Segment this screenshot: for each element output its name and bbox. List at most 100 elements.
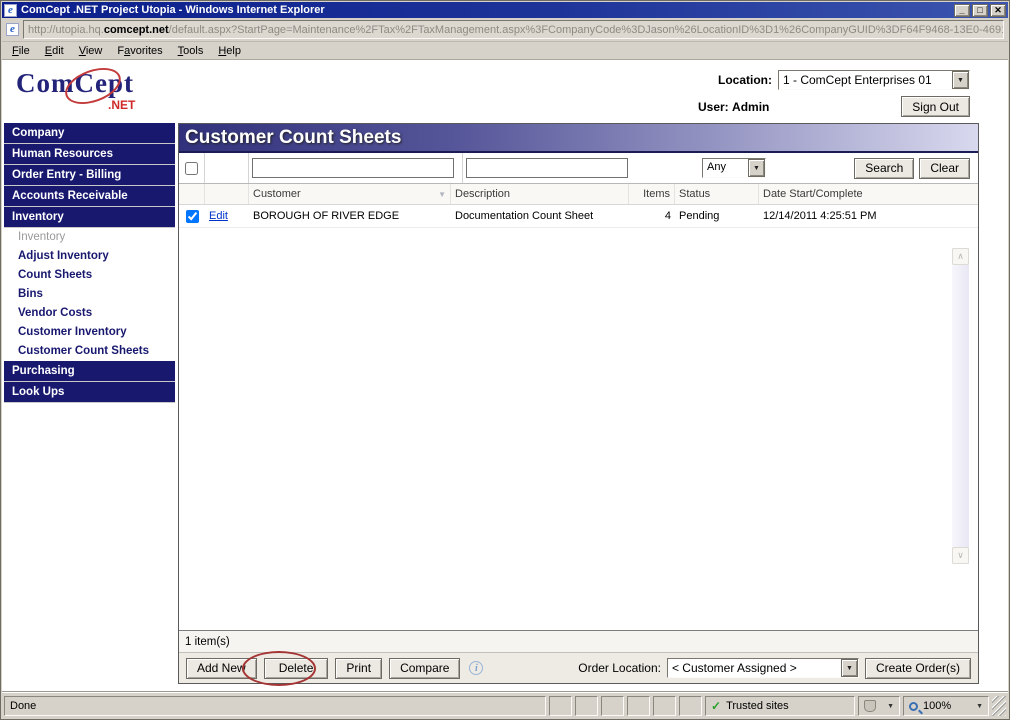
grid-body: ∧ ∨ bbox=[179, 228, 978, 630]
sidebar-subitem-bins[interactable]: Bins bbox=[4, 285, 175, 304]
page-title: Customer Count Sheets bbox=[179, 124, 978, 153]
window-title: ComCept .NET Project Utopia - Windows In… bbox=[21, 4, 325, 16]
magnifier-icon bbox=[909, 701, 918, 711]
customer-filter-input[interactable] bbox=[252, 158, 454, 178]
zoom-level: 100% bbox=[923, 700, 952, 712]
sidebar-subitem-count-sheets[interactable]: Count Sheets bbox=[4, 266, 175, 285]
maximize-button[interactable]: □ bbox=[972, 3, 988, 17]
zoom-control[interactable]: 100% ▼ bbox=[903, 696, 989, 716]
address-bar: e http://utopia.hq. comcept.net/default.a… bbox=[2, 18, 1008, 42]
shield-icon bbox=[864, 700, 876, 712]
menu-edit[interactable]: Edit bbox=[43, 43, 73, 59]
sign-out-button[interactable]: Sign Out bbox=[901, 96, 970, 117]
user-label: User: Admin bbox=[698, 99, 770, 114]
column-description[interactable]: Description bbox=[451, 184, 629, 204]
item-count: 1 item(s) bbox=[179, 630, 978, 652]
cell-items: 4 bbox=[664, 210, 671, 222]
order-location-value: < Customer Assigned > bbox=[671, 661, 797, 675]
url-domain: comcept.net bbox=[103, 23, 169, 36]
menu-view[interactable]: View bbox=[77, 43, 112, 59]
bottom-toolbar: Add New Delete Print Compare i Order Loc… bbox=[179, 651, 978, 686]
order-location-dropdown[interactable]: < Customer Assigned > ▼ bbox=[666, 658, 859, 678]
sidebar-item-company[interactable]: Company bbox=[4, 123, 175, 144]
sort-desc-icon[interactable]: ▼ bbox=[438, 190, 446, 199]
row-checkbox[interactable] bbox=[185, 209, 199, 223]
menu-favorites[interactable]: Favorites bbox=[115, 43, 171, 59]
status-text: Done bbox=[4, 696, 546, 716]
add-new-button[interactable]: Add New bbox=[186, 657, 257, 679]
url-field[interactable]: http://utopia.hq. comcept.net/default.asp… bbox=[23, 20, 1004, 39]
main-panel: Customer Count Sheets Any ▼ Search Clear bbox=[178, 123, 979, 686]
sidebar-item-purchasing[interactable]: Purchasing bbox=[4, 361, 175, 382]
create-orders-button[interactable]: Create Order(s) bbox=[864, 657, 971, 679]
chevron-down-icon[interactable]: ▼ bbox=[887, 703, 894, 710]
description-filter-input[interactable] bbox=[466, 158, 628, 178]
cell-status: Pending bbox=[679, 210, 720, 222]
filter-row: Any ▼ Search Clear bbox=[179, 153, 978, 184]
sidebar-subitem-vendor-costs[interactable]: Vendor Costs bbox=[4, 304, 175, 323]
delete-button[interactable]: Delete bbox=[263, 657, 329, 679]
chevron-down-icon[interactable]: ▼ bbox=[748, 159, 765, 177]
table-row: Edit BOROUGH OF RIVER EDGE Documentation… bbox=[179, 205, 978, 228]
print-button[interactable]: Print bbox=[335, 657, 383, 679]
table-header-row: Customer ▼ Description Items Status Date… bbox=[179, 184, 978, 205]
logo-net-label: .NET bbox=[108, 98, 136, 112]
location-dropdown[interactable]: 1 - ComCept Enterprises 01 ▼ bbox=[778, 70, 970, 90]
order-location-label: Order Location: bbox=[578, 661, 661, 675]
select-all-checkbox[interactable] bbox=[185, 161, 198, 175]
location-value: 1 - ComCept Enterprises 01 bbox=[783, 73, 932, 87]
menu-file[interactable]: File bbox=[10, 43, 39, 59]
sidebar-item-inventory[interactable]: Inventory bbox=[4, 207, 175, 228]
page-header: ComCept .NET 1 Location: 1 - ComCept Ent… bbox=[2, 60, 1008, 166]
cell-date: 12/14/2011 4:25:51 PM bbox=[763, 210, 877, 222]
scroll-up-icon[interactable]: ∧ bbox=[952, 248, 969, 265]
status-bar: Done ✓ Trusted sites ▼ 100% ▼ bbox=[2, 692, 1008, 718]
resize-grip[interactable] bbox=[992, 696, 1006, 716]
url-path: /default.aspx?StartPage=Maintenance%2FTa… bbox=[168, 23, 1004, 36]
search-button[interactable]: Search bbox=[854, 157, 915, 179]
clear-button[interactable]: Clear bbox=[919, 157, 970, 179]
status-filter-dropdown[interactable]: Any ▼ bbox=[702, 158, 766, 178]
minimize-button[interactable]: _ bbox=[954, 3, 970, 17]
location-label: Location: bbox=[718, 73, 772, 87]
protected-mode-cell: ▼ bbox=[858, 696, 900, 716]
column-status[interactable]: Status bbox=[675, 184, 759, 204]
browser-window: e ComCept .NET Project Utopia - Windows … bbox=[0, 0, 1010, 720]
sidebar-item-human-resources[interactable]: Human Resources bbox=[4, 144, 175, 165]
menu-tools[interactable]: Tools bbox=[176, 43, 213, 59]
sidebar-subitem-inventory: Inventory bbox=[4, 228, 175, 247]
column-customer[interactable]: Customer ▼ bbox=[249, 184, 451, 204]
page-icon: e bbox=[6, 23, 19, 36]
chevron-down-icon[interactable]: ▼ bbox=[952, 71, 969, 89]
vertical-scrollbar[interactable]: ∧ ∨ bbox=[952, 248, 969, 564]
chevron-down-icon[interactable]: ▼ bbox=[840, 659, 858, 677]
trusted-check-icon: ✓ bbox=[711, 699, 722, 713]
close-button[interactable]: ✕ bbox=[990, 3, 1006, 17]
security-zone: ✓ Trusted sites bbox=[705, 696, 855, 716]
sidebar-subitem-customer-inventory[interactable]: Customer Inventory bbox=[4, 323, 175, 342]
column-items[interactable]: Items bbox=[629, 184, 675, 204]
sidebar-item-look-ups[interactable]: Look Ups bbox=[4, 382, 175, 403]
compare-button[interactable]: Compare bbox=[389, 657, 461, 679]
comcept-logo: ComCept .NET bbox=[16, 61, 156, 116]
chevron-down-icon[interactable]: ▼ bbox=[976, 703, 983, 710]
sidebar-item-order-entry-billing[interactable]: Order Entry - Billing bbox=[4, 165, 175, 186]
cell-customer: BOROUGH OF RIVER EDGE bbox=[253, 210, 400, 222]
logo-text: ComCept bbox=[16, 68, 134, 98]
status-filter-value: Any bbox=[707, 161, 726, 173]
ie-logo-icon: e bbox=[4, 3, 17, 17]
edit-link[interactable]: Edit bbox=[209, 210, 228, 222]
scroll-down-icon[interactable]: ∨ bbox=[952, 547, 969, 564]
menu-bar: File Edit View Favorites Tools Help bbox=[2, 42, 1008, 60]
sidebar-nav: Company Human Resources Order Entry - Bi… bbox=[4, 123, 175, 403]
url-prefix: http://utopia.hq. bbox=[28, 23, 104, 36]
sidebar-item-accounts-receivable[interactable]: Accounts Receivable bbox=[4, 186, 175, 207]
window-titlebar[interactable]: e ComCept .NET Project Utopia - Windows … bbox=[2, 2, 1008, 18]
sidebar-subitem-adjust-inventory[interactable]: Adjust Inventory bbox=[4, 247, 175, 266]
info-icon[interactable]: i bbox=[469, 661, 484, 675]
zone-label: Trusted sites bbox=[726, 700, 789, 712]
cell-description: Documentation Count Sheet bbox=[455, 210, 594, 222]
sidebar-subitem-customer-count-sheets[interactable]: Customer Count Sheets bbox=[4, 342, 175, 361]
column-date[interactable]: Date Start/Complete bbox=[759, 184, 978, 204]
menu-help[interactable]: Help bbox=[216, 43, 250, 59]
